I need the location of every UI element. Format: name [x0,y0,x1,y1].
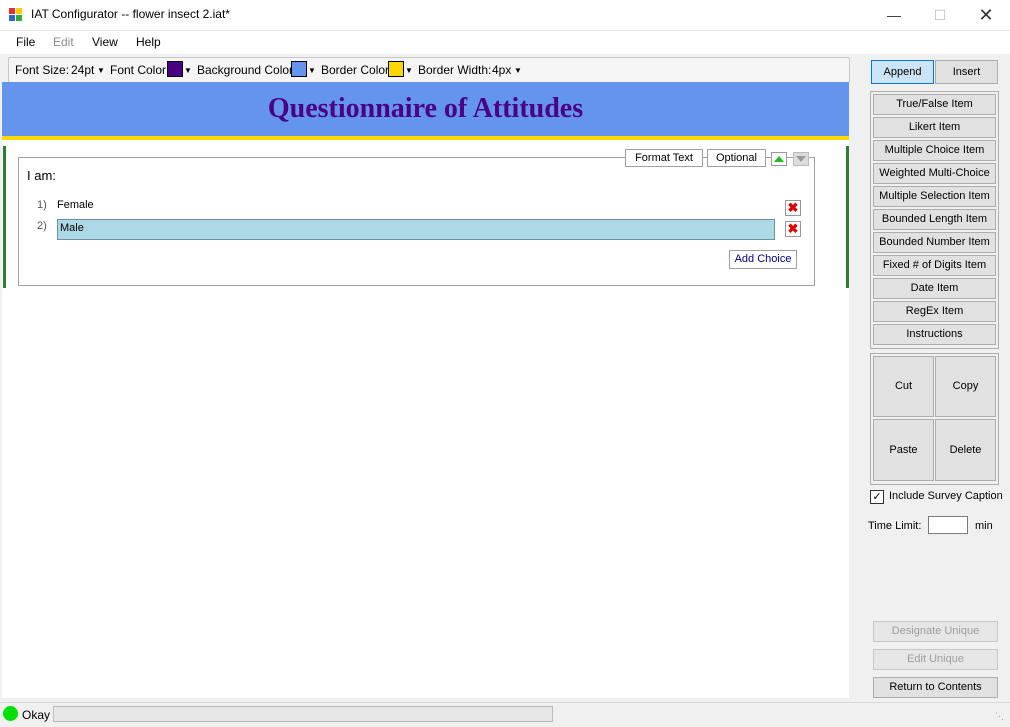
app-icon [9,8,23,22]
copy-button[interactable]: Copy [935,356,996,417]
return-to-contents-button[interactable]: Return to Contents [873,677,998,698]
caption-border [2,136,849,140]
delete-button[interactable]: Delete [935,419,996,481]
chevron-down-icon[interactable]: ▼ [308,66,316,75]
add-weighted-multi-choice-button[interactable]: Weighted Multi-Choice [873,163,996,184]
chevron-down-icon[interactable]: ▼ [405,66,413,75]
choice-number: 1) [37,199,47,211]
add-fixed-digits-button[interactable]: Fixed # of Digits Item [873,255,996,276]
border-width-dropdown[interactable]: 4px [492,63,511,77]
add-instructions-button[interactable]: Instructions [873,324,996,345]
move-down-icon[interactable] [793,152,809,166]
status-text: Okay [22,708,51,722]
insert-button[interactable]: Insert [935,60,998,84]
add-true-false-button[interactable]: True/False Item [873,94,996,115]
survey-caption[interactable]: Questionnaire of Attitudes [2,93,849,125]
selection-marker-right [846,146,849,288]
add-bounded-length-button[interactable]: Bounded Length Item [873,209,996,230]
selection-marker-left [3,146,6,288]
font-color-label: Font Color: [110,63,170,77]
font-color-swatch[interactable] [167,61,183,77]
paste-button[interactable]: Paste [873,419,934,481]
font-size-dropdown[interactable]: 24pt [71,63,94,77]
menu-file[interactable]: File [16,35,35,49]
background-color-label: Background Color: [197,63,297,77]
chevron-down-icon[interactable]: ▼ [514,66,522,75]
optional-button[interactable]: Optional [707,149,766,167]
add-likert-button[interactable]: Likert Item [873,117,996,138]
border-color-label: Border Color: [321,63,393,77]
close-button[interactable]: ✕ [963,0,1009,30]
add-multiple-selection-button[interactable]: Multiple Selection Item [873,186,996,207]
delete-choice-icon[interactable]: ✖ [785,221,801,237]
designate-unique-button[interactable]: Designate Unique [873,621,998,642]
menu-view[interactable]: View [92,35,118,49]
move-up-icon[interactable] [771,152,787,166]
chevron-down-icon[interactable]: ▼ [184,66,192,75]
include-caption-label: Include Survey Caption [889,490,1003,502]
format-text-button[interactable]: Format Text [625,149,703,167]
time-limit-input[interactable] [928,516,968,534]
delete-choice-icon[interactable]: ✖ [785,200,801,216]
add-date-button[interactable]: Date Item [873,278,996,299]
menu-help[interactable]: Help [136,35,161,49]
cut-button[interactable]: Cut [873,356,934,417]
border-width-label: Border Width: [418,63,492,77]
question-text[interactable]: I am: [27,168,56,183]
edit-unique-button[interactable]: Edit Unique [873,649,998,670]
chevron-down-icon[interactable]: ▼ [97,66,105,75]
add-choice-button[interactable]: Add Choice [729,250,797,269]
progress-bar [53,706,553,722]
add-multiple-choice-button[interactable]: Multiple Choice Item [873,140,996,161]
resize-grip-icon[interactable]: ⋱ [995,711,1004,722]
include-caption-checkbox[interactable]: ✓ [870,490,884,504]
border-color-swatch[interactable] [388,61,404,77]
choice-input[interactable] [57,219,775,240]
minimize-button[interactable]: — [871,0,917,30]
menu-edit[interactable]: Edit [53,35,74,49]
font-size-label: Font Size: [15,63,70,77]
time-unit-label: min [975,520,993,532]
window-title: IAT Configurator -- flower insect 2.iat* [31,7,230,21]
maximize-button[interactable]: ☐ [917,0,963,30]
append-button[interactable]: Append [871,60,934,84]
choice-text[interactable]: Female [57,199,94,211]
add-regex-button[interactable]: RegEx Item [873,301,996,322]
choice-text[interactable]: Male [60,222,84,234]
choice-number: 2) [37,220,47,232]
status-indicator-icon [3,706,18,721]
background-color-swatch[interactable] [291,61,307,77]
time-limit-label: Time Limit: [868,520,922,532]
add-bounded-number-button[interactable]: Bounded Number Item [873,232,996,253]
